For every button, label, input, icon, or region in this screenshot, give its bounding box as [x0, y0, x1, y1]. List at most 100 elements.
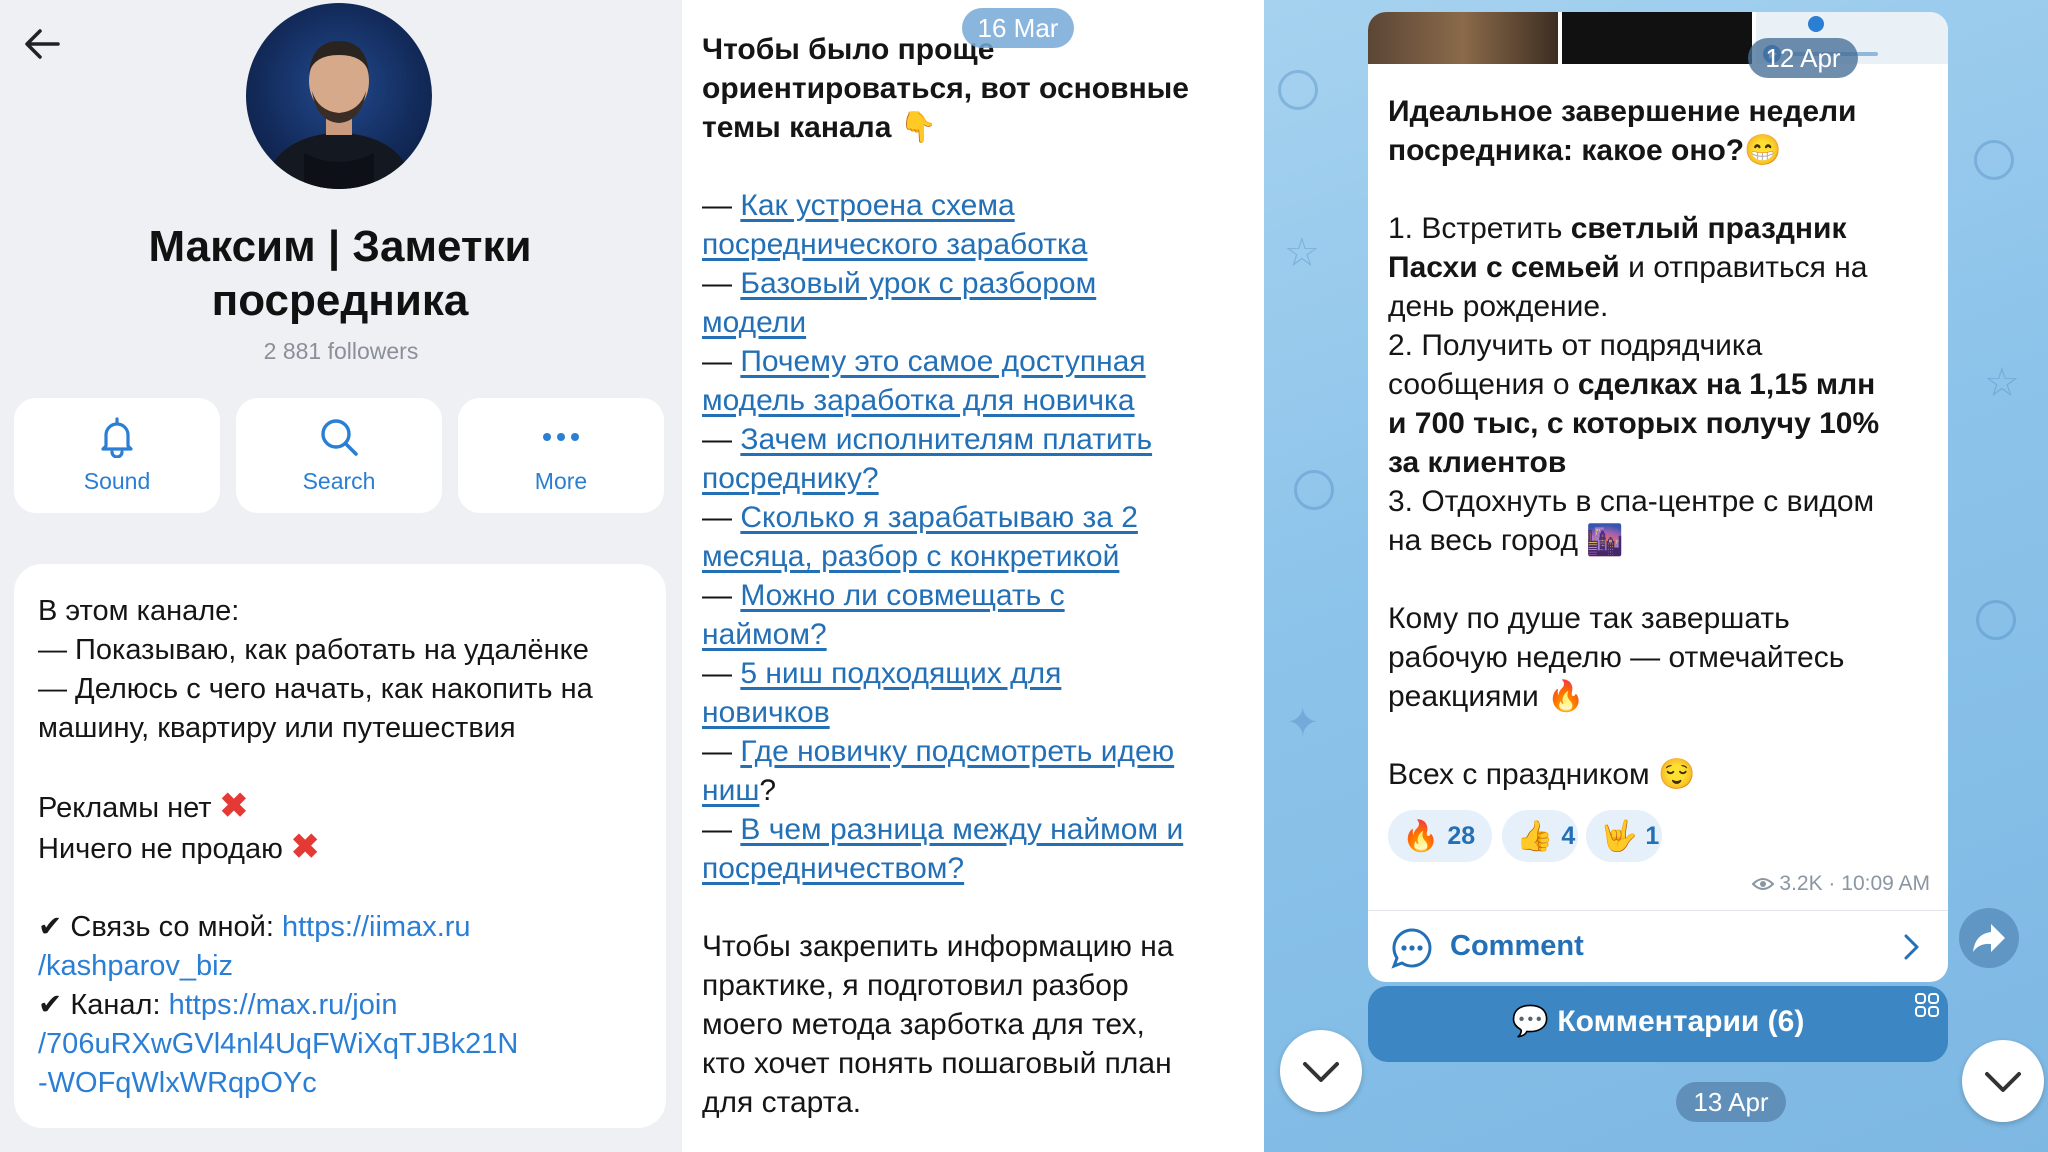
- message-bubble[interactable]: 12 Apr Идеальное завершение недели посре…: [1368, 12, 1948, 982]
- topic-link[interactable]: посреднику?: [702, 462, 879, 495]
- divider: [1368, 910, 1948, 911]
- comment-label: Comment: [1450, 930, 1584, 962]
- search-label: Search: [302, 468, 376, 494]
- grid-icon: [1915, 993, 1939, 1017]
- topic-link[interactable]: В чем разница между наймом и: [740, 813, 1183, 846]
- chevron-down-icon: [1303, 1062, 1339, 1082]
- topic-link[interactable]: ниш: [702, 774, 759, 807]
- about-line: Рекламы нет ✖: [38, 787, 249, 825]
- topic-link[interactable]: посредничеством?: [702, 852, 964, 885]
- media-thumbnail[interactable]: [1368, 12, 1558, 64]
- views-count: 3.2K: [1779, 872, 1823, 895]
- reaction-chip[interactable]: 🤟 1: [1586, 810, 1662, 862]
- checkmark-icon: ✔: [38, 911, 63, 943]
- wallpaper-doodle: [1294, 470, 1334, 510]
- comment-row[interactable]: Comment: [1368, 912, 1948, 982]
- comment-bubble-icon: [1391, 928, 1432, 969]
- post-heading: Идеальное завершение недели: [1388, 95, 1857, 128]
- topic-link[interactable]: Можно ли совмещать с: [740, 579, 1064, 612]
- rock-hand-emoji-icon: 🤟: [1600, 820, 1638, 854]
- channel-link[interactable]: -WOFqWlxWRqpOYc: [38, 1067, 317, 1099]
- reaction-chip[interactable]: 👍 4: [1502, 810, 1578, 862]
- topic-link[interactable]: наймом?: [702, 618, 827, 651]
- contact-link[interactable]: https://iimax.ru: [282, 911, 471, 943]
- channel-title: Максим | Заметки посредника: [148, 222, 532, 325]
- topic-link[interactable]: Базовый урок с разбором: [740, 267, 1096, 300]
- eye-icon: [1751, 878, 1774, 891]
- message-meta: 3.2K · 10:09 AM: [1751, 872, 1930, 896]
- topic-link[interactable]: Где новичку подсмотреть идею: [740, 735, 1174, 768]
- more-button[interactable]: More: [458, 398, 664, 513]
- scroll-down-button[interactable]: [1280, 1030, 1362, 1112]
- post-paragraph: Чтобы закрепить информацию на: [702, 930, 1174, 963]
- topic-link[interactable]: месяца, разбор с конкретикой: [702, 540, 1119, 573]
- chevron-right-icon: [1904, 934, 1919, 960]
- wallpaper-doodle: ✦: [1286, 700, 1320, 746]
- post-paragraph: кто хочет понять пошаговый план: [702, 1047, 1172, 1080]
- media-thumbnails[interactable]: [1368, 12, 1948, 64]
- sound-label: Sound: [83, 468, 151, 494]
- comments-button-label: 💬 Комментарии (6): [1511, 1005, 1805, 1038]
- post-paragraph: практике, я подготовил разбор: [702, 969, 1129, 1002]
- channel-link-line: ✔ Канал: https://max.ru/join: [38, 989, 398, 1021]
- message-time: 10:09 AM: [1841, 872, 1930, 895]
- topic-link[interactable]: 5 ниш подходящих для: [740, 657, 1061, 690]
- channel-description: В этом канале: — Показываю, как работать…: [14, 564, 666, 1128]
- comments-button[interactable]: 💬 Комментарии (6): [1368, 986, 1948, 1062]
- thumbs-up-emoji-icon: 👍: [1516, 820, 1554, 854]
- about-line: машину, квартиру или путешествия: [38, 712, 516, 744]
- share-arrow-icon: [1973, 924, 2005, 952]
- wallpaper-doodle: [1976, 600, 2016, 640]
- channel-avatar[interactable]: [246, 3, 432, 189]
- share-button[interactable]: [1959, 908, 2019, 968]
- contact-link[interactable]: /kashparov_biz: [38, 950, 233, 982]
- topic-link[interactable]: Как устроена схема: [740, 189, 1014, 222]
- contact-line: ✔ Связь со мной: https://iimax.ru: [38, 911, 471, 943]
- date-pill: 13 Apr: [1676, 1082, 1786, 1122]
- post-heading: темы канала 👇: [702, 111, 938, 144]
- wallpaper-doodle: ☆: [1284, 230, 1320, 276]
- about-line: В этом канале:: [38, 595, 240, 627]
- sound-button[interactable]: Sound: [14, 398, 220, 513]
- chat-post-panel: ☆ ✦ ☆ ☆ 12 Apr Идеальное завершение неде…: [1264, 0, 2048, 1152]
- chat-post-text: Идеальное завершение недели посредника: …: [1388, 92, 1936, 794]
- search-button[interactable]: Search: [236, 398, 442, 513]
- post-heading: посредника: какое оно?😁: [1388, 134, 1782, 167]
- media-thumbnail[interactable]: [1562, 12, 1752, 64]
- topic-link[interactable]: Почему это самое доступная: [740, 345, 1145, 378]
- wallpaper-doodle: ☆: [1984, 360, 2020, 406]
- topic-link[interactable]: новичков: [702, 696, 830, 729]
- date-pill: 12 Apr: [1748, 38, 1858, 78]
- topics-post-panel: Чтобы было проще ориентироваться, вот ос…: [682, 0, 1264, 1152]
- about-line: — Делюсь с чего начать, как накопить на: [38, 673, 593, 705]
- post-paragraph: моего метода зарботка для тех,: [702, 1008, 1145, 1041]
- channel-link[interactable]: https://max.ru/join: [169, 989, 398, 1021]
- reaction-chip[interactable]: 🔥 28: [1388, 810, 1492, 862]
- followers-count: 2 881 followers: [263, 338, 419, 364]
- back-arrow-icon[interactable]: [18, 20, 66, 68]
- search-icon: [321, 419, 358, 456]
- topic-link[interactable]: Зачем исполнителям платить: [740, 423, 1152, 456]
- bell-icon: [101, 417, 133, 458]
- topic-link[interactable]: модель заработка для новичка: [702, 384, 1135, 417]
- topics-post-text: Чтобы было проще ориентироваться, вот ос…: [702, 30, 1258, 1122]
- post-heading: ориентироваться, вот основные: [702, 72, 1189, 105]
- topic-link[interactable]: посреднического заработка: [702, 228, 1087, 261]
- more-dots-icon: [543, 433, 579, 441]
- more-label: More: [534, 468, 588, 494]
- about-line: — Показываю, как работать на удалёнке: [38, 634, 589, 666]
- channel-link[interactable]: /706uRXwGVl4nl4UqFWiXqTJBk21N: [38, 1028, 518, 1060]
- scroll-down-button[interactable]: [1962, 1040, 2044, 1122]
- channel-profile-panel: Максим | Заметки посредника 2 881 follow…: [0, 0, 682, 1152]
- wallpaper-doodle: [1974, 140, 2014, 180]
- red-cross-icon: ✖: [290, 828, 320, 866]
- post-paragraph: для старта.: [702, 1086, 862, 1119]
- chevron-down-icon: [1985, 1072, 2021, 1092]
- topic-link[interactable]: Сколько я зарабатываю за 2: [740, 501, 1138, 534]
- topic-link[interactable]: модели: [702, 306, 806, 339]
- wallpaper-doodle: [1278, 70, 1318, 110]
- about-line: Ничего не продаю ✖: [38, 828, 320, 866]
- checkmark-icon: ✔: [38, 989, 63, 1021]
- fire-emoji-icon: 🔥: [1402, 820, 1440, 854]
- date-pill: 16 Mar: [962, 8, 1074, 48]
